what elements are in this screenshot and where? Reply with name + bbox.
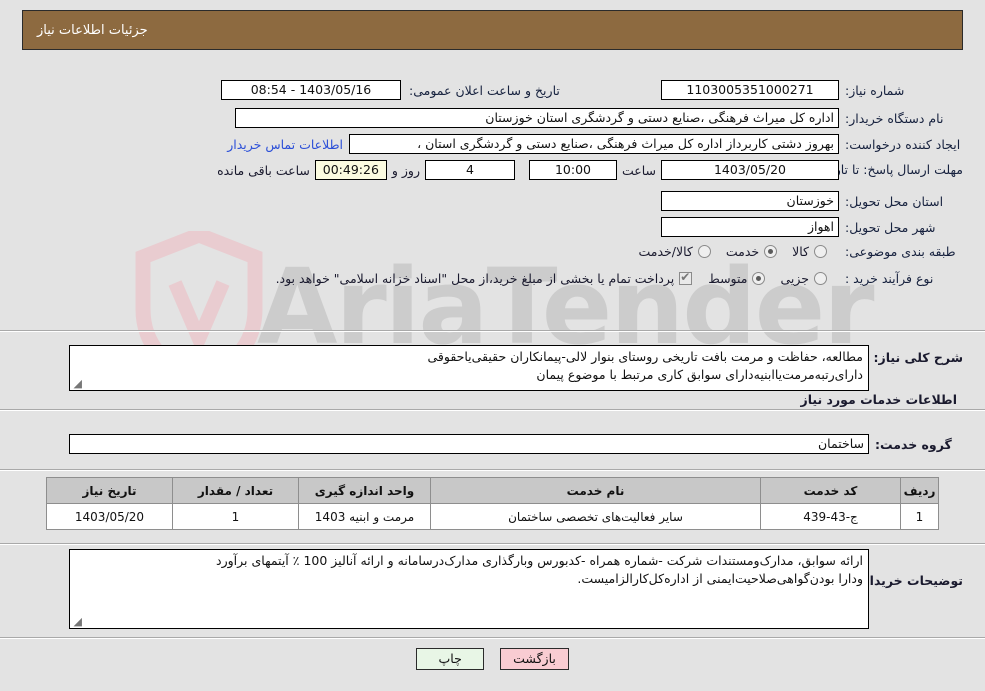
cell-service-code: ج-43-439 <box>760 503 901 530</box>
deadline-date-value: 1403/05/20 <box>661 160 839 180</box>
buyer-notes-row: توضیحات خریدار: ارائه سوابق، مدارک‌ومستن… <box>69 549 963 629</box>
remaining-time-value: 00:49:26 <box>314 160 387 180</box>
city-row: شهر محل تحویل: اهواز <box>661 217 963 237</box>
print-button[interactable]: چاپ <box>416 648 485 670</box>
cell-service-name: سایر فعالیت‌های تخصصی ساختمان <box>430 503 761 530</box>
service-group-value: ساختمان <box>69 434 869 454</box>
deadline-hour-label: ساعت <box>621 162 656 178</box>
radio-process-jozi-label: جزیی <box>780 271 809 286</box>
deadline-label: مهلت ارسال پاسخ: تا تاریخ: <box>818 161 963 177</box>
table-header-row: ردیف کد خدمت نام خدمت واحد اندازه گیری ت… <box>46 477 939 504</box>
buyer-org-label: نام دستگاه خریدار: <box>845 110 944 126</box>
th-service-name: نام خدمت <box>430 477 761 504</box>
buyer-contact-link[interactable]: اطلاعات تماس خریدار <box>227 137 343 152</box>
page-title: جزئیات اطلاعات نیاز <box>37 22 148 38</box>
need-number-value: 1103005351000271 <box>661 80 839 100</box>
remaining-suffix-label: ساعت باقی مانده <box>217 162 310 178</box>
buyer-org-value: اداره کل میراث فرهنگی ،صنایع دستی و گردش… <box>235 108 839 128</box>
divider-notes <box>0 543 985 545</box>
buyer-org-row: نام دستگاه خریدار: اداره کل میراث فرهنگی… <box>235 108 963 128</box>
buyer-notes-line-1: ارائه سوابق، مدارک‌ومستندات شرکت -شماره … <box>216 553 863 568</box>
radio-category-khedmat-label: خدمت <box>725 244 760 259</box>
description-line-1: مطالعه، حفاظت و مرمت بافت تاریخی روستای … <box>427 349 863 364</box>
process-row: نوع فرآیند خرید : جزیی متوسط پرداخت تمام… <box>271 270 963 286</box>
deadline-hour-value: 10:00 <box>528 160 617 180</box>
page-title-bar: جزئیات اطلاعات نیاز <box>22 10 963 50</box>
city-label: شهر محل تحویل: <box>845 219 936 235</box>
province-value: خوزستان <box>661 191 839 211</box>
remaining-days-value: 4 <box>424 160 515 180</box>
need-number-label: شماره نیاز: <box>845 82 905 98</box>
description-textarea[interactable]: مطالعه، حفاظت و مرمت بافت تاریخی روستای … <box>69 345 869 391</box>
province-label: استان محل تحویل: <box>845 193 944 209</box>
radio-process-motavaset[interactable] <box>752 272 766 285</box>
category-row: طبقه بندی موضوعی: کالا خدمت کالا/خدمت <box>628 244 963 259</box>
cell-quantity: 1 <box>172 503 299 530</box>
requester-value: بهروز دشتی کاربرداز اداره کل میراث فرهنگ… <box>349 134 839 154</box>
announce-datetime-label: تاریخ و ساعت اعلان عمومی: <box>409 82 560 98</box>
treasury-checkbox[interactable] <box>679 270 693 285</box>
buyer-notes-line-2: ودارا بودن‌گواهی‌صلاحیت‌ایمنی از اداره‌ک… <box>577 571 863 587</box>
th-service-code: کد خدمت <box>760 477 901 504</box>
radio-category-kala-khedmat[interactable] <box>697 245 711 258</box>
divider-bottom <box>0 637 985 639</box>
province-row: استان محل تحویل: خوزستان <box>661 191 963 211</box>
radio-category-khedmat[interactable] <box>764 245 778 258</box>
need-number-row: شماره نیاز: 1103005351000271 <box>661 80 963 100</box>
category-label: طبقه بندی موضوعی: <box>845 244 956 259</box>
radio-category-kala[interactable] <box>814 245 827 258</box>
cell-index: 1 <box>900 503 939 530</box>
requester-row: ایجاد کننده درخواست: بهروز دشتی کاربرداز… <box>227 134 963 154</box>
th-need-date: تاریخ نیاز <box>46 477 173 504</box>
cell-need-date: 1403/05/20 <box>46 503 173 530</box>
service-group-row: گروه خدمت: ساختمان <box>69 434 963 454</box>
divider-mid <box>0 409 985 411</box>
description-line-2: دارای‌رتبه‌مرمت‌یاابنیه‌دارای سوابق کاری… <box>536 367 863 383</box>
divider-table <box>0 469 985 471</box>
service-group-label: گروه خدمت: <box>875 436 952 452</box>
radio-category-kala-khedmat-label: کالا/خدمت <box>638 244 693 259</box>
services-section-heading: اطلاعات خدمات مورد نیاز <box>800 392 958 407</box>
description-row: شرح کلی نیاز: مطالعه، حفاظت و مرمت بافت … <box>69 345 963 391</box>
treasury-text: پرداخت تمام یا بخشی از مبلغ خرید،از محل … <box>275 271 675 286</box>
requester-label: ایجاد کننده درخواست: <box>845 136 961 152</box>
buyer-notes-textarea[interactable]: ارائه سوابق، مدارک‌ومستندات شرکت -شماره … <box>69 549 869 629</box>
buyer-notes-label: توضیحات خریدار: <box>857 573 963 588</box>
cell-unit: مرمت و ابنیه 1403 <box>298 503 431 530</box>
announce-datetime-value: 1403/05/16 - 08:54 <box>221 80 401 100</box>
th-index: ردیف <box>900 477 939 504</box>
services-table: ردیف کد خدمت نام خدمت واحد اندازه گیری ت… <box>46 477 939 530</box>
radio-process-jozi[interactable] <box>814 272 827 285</box>
description-label: شرح کلی نیاز: <box>873 350 963 365</box>
radio-process-motavaset-label: متوسط <box>708 271 748 286</box>
resize-grip-icon[interactable]: ◢ <box>72 616 82 627</box>
action-buttons-bar: بازگشت چاپ <box>0 648 985 670</box>
announce-datetime-row: تاریخ و ساعت اعلان عمومی: 1403/05/16 - 0… <box>221 80 585 100</box>
divider-top <box>0 330 985 332</box>
remaining-days-suffix: روز و <box>391 162 420 178</box>
resize-grip-icon[interactable]: ◢ <box>72 378 82 389</box>
table-row: 1 ج-43-439 سایر فعالیت‌های تخصصی ساختمان… <box>46 503 939 530</box>
th-unit: واحد اندازه گیری <box>298 477 431 504</box>
process-label: نوع فرآیند خرید : <box>845 271 934 286</box>
deadline-row: مهلت ارسال پاسخ: تا تاریخ: 1403/05/20 سا… <box>212 160 963 180</box>
city-value: اهواز <box>661 217 839 237</box>
need-details-form: شماره نیاز: 1103005351000271 تاریخ و ساع… <box>0 60 985 322</box>
radio-category-kala-label: کالا <box>792 244 809 259</box>
th-quantity: تعداد / مقدار <box>172 477 299 504</box>
back-button[interactable]: بازگشت <box>500 648 569 670</box>
